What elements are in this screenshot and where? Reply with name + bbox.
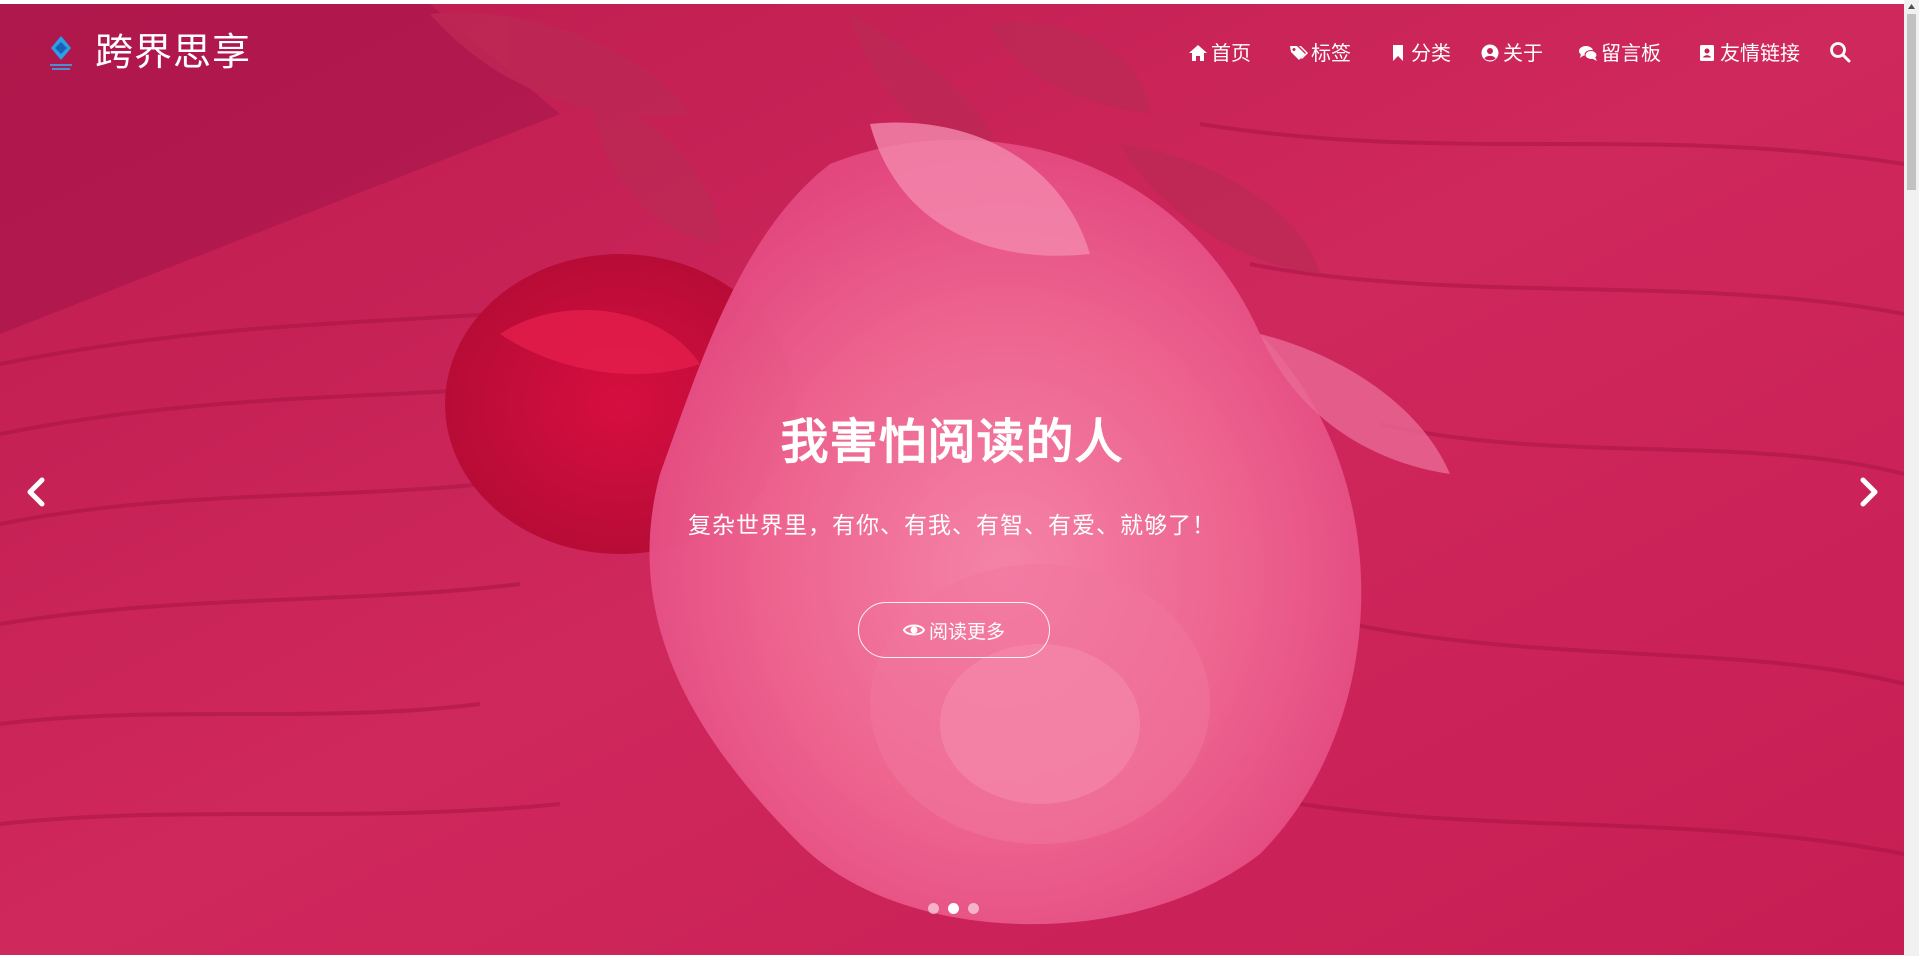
nav-item-guestbook[interactable]: 留言板 <box>1578 38 1661 68</box>
user-circle-icon <box>1481 44 1499 62</box>
scroll-up-arrow-icon[interactable] <box>1904 0 1919 14</box>
carousel-next-arrow-icon[interactable] <box>1853 472 1883 512</box>
bookmark-icon <box>1393 45 1403 61</box>
nav-item-label: 留言板 <box>1601 41 1661 65</box>
nav-item-label: 标签 <box>1311 41 1351 65</box>
scrollbar-thumb[interactable] <box>1907 14 1916 190</box>
main-nav: 首页 标签 分类 关于 留言板 友情链接 <box>0 38 1904 68</box>
page-scrollbar[interactable] <box>1904 0 1919 956</box>
hero-title: 我害怕阅读的人 <box>780 414 1124 470</box>
nav-item-about[interactable]: 关于 <box>1480 38 1543 68</box>
home-icon <box>1189 45 1207 61</box>
comments-icon <box>1579 46 1598 61</box>
address-card-icon <box>1700 45 1714 61</box>
eye-icon <box>902 624 925 636</box>
tags-icon <box>1290 46 1308 60</box>
nav-item-home[interactable]: 首页 <box>1188 38 1251 68</box>
read-more-button[interactable]: 阅读更多 <box>858 602 1050 658</box>
search-icon[interactable] <box>1828 40 1852 64</box>
carousel-indicator-2[interactable] <box>948 903 959 914</box>
nav-item-label: 首页 <box>1211 41 1251 65</box>
page: 跨界思享 首页 标签 分类 关于 留言板 友情链接 我害怕阅读的人 复杂世界里，… <box>0 0 1919 956</box>
hero-carousel: 跨界思享 首页 标签 分类 关于 留言板 友情链接 我害怕阅读的人 复杂世界里，… <box>0 4 1904 955</box>
nav-item-tags[interactable]: 标签 <box>1288 38 1351 68</box>
nav-item-friend-links[interactable]: 友情链接 <box>1697 38 1800 68</box>
read-more-label: 阅读更多 <box>928 620 1005 643</box>
nav-item-label: 友情链接 <box>1720 41 1800 65</box>
carousel-indicator-1[interactable] <box>928 903 939 914</box>
hero-subtitle: 复杂世界里，有你、有我、有智、有爱、就够了！ <box>688 513 1216 539</box>
carousel-indicators <box>0 903 1904 915</box>
carousel-prev-arrow-icon[interactable] <box>22 472 52 512</box>
site-header: 跨界思享 首页 标签 分类 关于 留言板 友情链接 <box>0 4 1904 100</box>
hero-background-image <box>0 4 1904 955</box>
nav-item-label: 关于 <box>1503 41 1543 65</box>
nav-item-categories[interactable]: 分类 <box>1388 38 1451 68</box>
nav-item-label: 分类 <box>1411 41 1451 65</box>
carousel-indicator-3[interactable] <box>968 903 979 914</box>
